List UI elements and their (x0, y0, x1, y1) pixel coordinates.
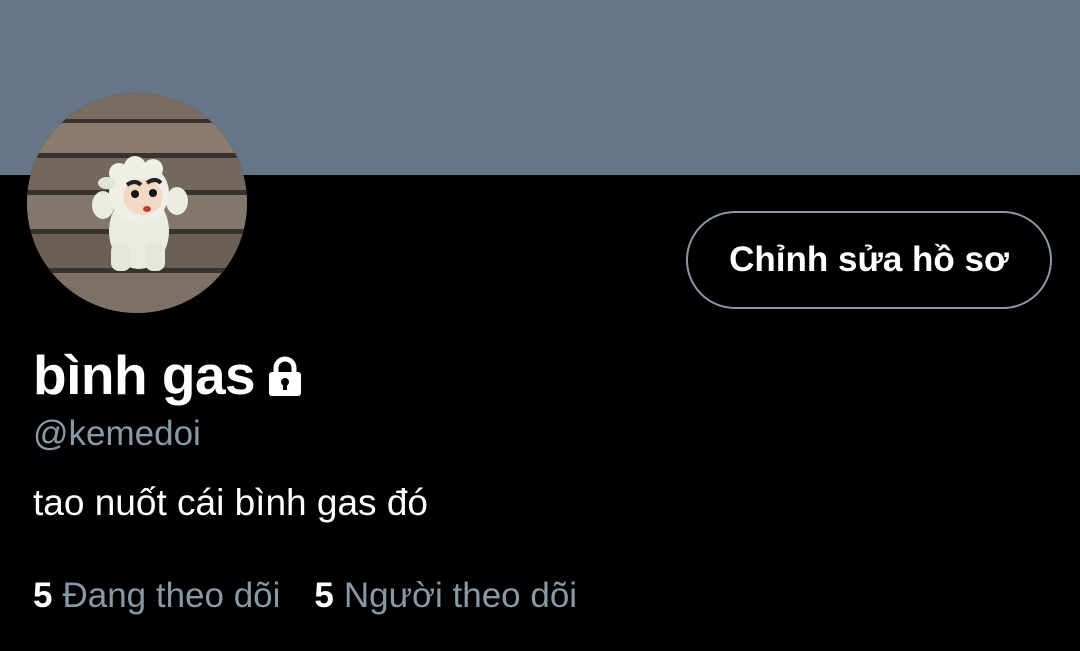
followers-count: 5 (314, 576, 334, 615)
edit-profile-button[interactable]: Chỉnh sửa hồ sơ (686, 211, 1052, 309)
profile-bio: tao nuốt cái bình gas đó (33, 482, 428, 523)
profile-page: Chỉnh sửa hồ sơ bình gas @kemedoi tao nu… (0, 0, 1080, 651)
following-link[interactable]: 5 Đang theo dõi (33, 576, 280, 616)
followers-label: Người theo dõi (343, 576, 578, 615)
display-name: bình gas (33, 344, 256, 406)
user-handle: @kemedoi (33, 414, 201, 453)
lock-icon (263, 354, 307, 403)
following-label: Đang theo dõi (62, 576, 281, 615)
follow-stats: 5 Đang theo dõi 5 Người theo dõi (33, 576, 611, 616)
avatar-image (27, 93, 247, 313)
following-count: 5 (33, 576, 53, 615)
avatar[interactable] (27, 93, 247, 313)
followers-link[interactable]: 5 Người theo dõi (314, 576, 577, 616)
name-row: bình gas (33, 340, 307, 410)
